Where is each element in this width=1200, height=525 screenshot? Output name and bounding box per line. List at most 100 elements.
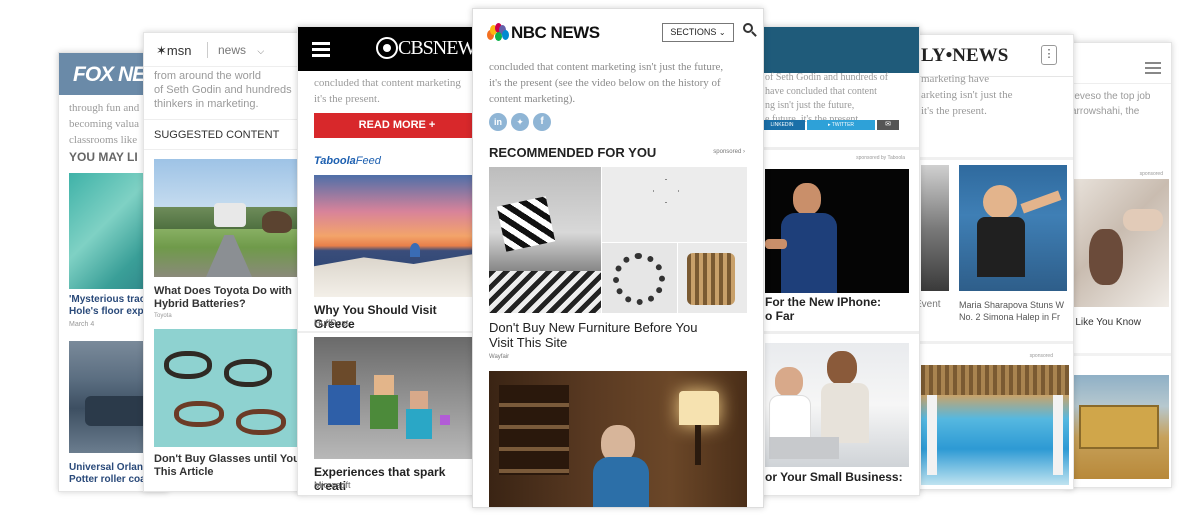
msn-logo[interactable]: ✶msn (156, 43, 191, 59)
nbc-news-card: NBC NEWS SECTIONS ⌄ concluded that conte… (472, 8, 764, 508)
blue-card-story-title-line: For the New IPhone: (765, 295, 882, 309)
sections-dropdown[interactable]: SECTIONS ⌄ (662, 23, 734, 42)
blue-card-story2-title[interactable]: or Your Small Business: (765, 470, 903, 484)
nbc-logo[interactable]: NBC NEWS (511, 23, 600, 43)
hamburger-menu-icon[interactable] (312, 42, 330, 57)
msn-story2-title[interactable]: Don't Buy Glasses until You This Article (154, 453, 300, 479)
nbc-sponsored: sponsored › (713, 149, 745, 155)
chevron-down-icon: ⌵ (257, 46, 265, 56)
blue-card-body-line: have concluded that content (765, 86, 877, 97)
cbs-logo[interactable]: CBSNEW (398, 37, 476, 60)
msn-body-line: from around the world (154, 70, 261, 82)
nbc-body-line: concluded that content marketing isn't j… (489, 61, 724, 73)
nbc-story-image[interactable] (489, 167, 747, 313)
fox-section-heading: YOU MAY LI (69, 150, 138, 164)
taboola-feed-text: Feed (355, 155, 381, 167)
nbc-story-source: Wayfair (489, 354, 510, 360)
daily-body-line: arketing isn't just the (921, 89, 1013, 101)
nbc-story2-image[interactable] (489, 371, 747, 507)
fox-story2-title-line: Potter roller coa (69, 474, 146, 485)
daily-left-story-image[interactable] (921, 165, 949, 291)
cbs-eye-icon (376, 37, 398, 59)
blue-card-body-line: of Seth Godin and hundreds of (765, 72, 889, 83)
facebook-icon[interactable]: f (533, 113, 551, 131)
far-right-card: reveso the top job arrowshahi, the spons… (1064, 42, 1172, 488)
twitter-icon[interactable]: ✦ (511, 113, 529, 131)
fox-story-title[interactable]: 'Mysterious trac Hole's floor exp (69, 294, 145, 318)
linkedin-icon[interactable]: in (489, 113, 507, 131)
far-right-body-text: reveso the top job arrowshahi, the (1071, 89, 1151, 119)
daily-story-image[interactable] (959, 165, 1067, 291)
daily-story-title-line: Maria Sharapova Stuns W (959, 300, 1065, 310)
recommended-heading: RECOMMENDED FOR YOU (489, 145, 657, 160)
fox-story2-title-line: Universal Orlan (69, 462, 143, 473)
nbc-sponsored-label: sponsored (713, 149, 742, 155)
blue-card-sponsored: sponsored by Taboola (856, 155, 905, 161)
fox-story-title-line: Hole's floor exp (69, 306, 144, 317)
msn-story-image[interactable] (154, 159, 304, 277)
blue-card-body-line: ng isn't just the future, (765, 100, 855, 111)
daily-story-title[interactable]: Maria Sharapova Stuns W No. 2 Simona Hal… (959, 299, 1064, 323)
fox-body-line: through fun and (69, 102, 140, 114)
cbs-story-image[interactable] (314, 175, 478, 297)
cbs-body-line: it's the present. (314, 93, 380, 105)
nbc-body-line: content marketing). (489, 93, 576, 105)
fox-body-line: becoming valua (69, 118, 139, 130)
far-right-story-title[interactable]: n Like You Know (1067, 317, 1141, 328)
cbs-news-card: CBSNEW concluded that content marketing … (297, 26, 479, 496)
blue-card-body-text: of Seth Godin and hundreds of have concl… (765, 71, 888, 127)
msn-suggested-heading: SUGGESTED CONTENT (154, 129, 280, 141)
blue-card-story-image[interactable] (765, 169, 909, 293)
hamburger-menu-icon[interactable] (1145, 62, 1161, 74)
cbs-story-source: HuffPost (314, 318, 349, 328)
chevron-down-icon: ⌄ (718, 28, 726, 37)
linkedin-share-button[interactable]: LINKEDIN (759, 120, 805, 130)
far-right-story2-image[interactable] (1069, 375, 1169, 479)
fox-logo: FOX NE (73, 63, 146, 86)
far-right-story-image[interactable] (1069, 179, 1169, 307)
nbc-body-text: concluded that content marketing isn't j… (489, 59, 723, 107)
blue-card-story-title-line: o Far (765, 309, 795, 323)
cbs-story2-image[interactable] (314, 337, 478, 459)
daily-story-title-line: No. 2 Simona Halep in Fr (959, 312, 1061, 322)
fox-story-title-line: 'Mysterious trac (69, 294, 146, 305)
nbc-story-title-line: Don't Buy New Furniture Before You (489, 320, 698, 335)
twitter-label: TWITTER (831, 122, 855, 128)
twitter-share-button[interactable]: ▸ TWITTER (807, 120, 875, 130)
msn-card: ✶msn news ⌵ from around the world of Set… (143, 32, 305, 492)
search-icon[interactable] (743, 23, 757, 37)
email-share-icon[interactable]: ✉ (877, 120, 899, 130)
taboola-feed-label: TaboolaFeed (314, 155, 381, 167)
fox-body-text: through fun and becoming valua classroom… (69, 100, 139, 148)
sections-label: SECTIONS (670, 27, 717, 37)
msn-header: ✶msn news ⌵ (144, 33, 304, 67)
msn-story2-title-line: This Article (154, 466, 214, 478)
cbs-body-line: concluded that content marketing (314, 77, 461, 89)
nbc-header: NBC NEWS SECTIONS ⌄ (473, 9, 763, 55)
nbc-body-line: it's the present (see the video below on… (489, 77, 721, 89)
msn-body-line: of Seth Godin and hundreds (154, 84, 292, 96)
read-more-button[interactable]: READ MORE + (314, 113, 478, 138)
msn-body-line: thinkers in marketing. (154, 98, 259, 110)
more-options-icon[interactable]: ⋮ (1041, 45, 1057, 65)
daily-body-line: marketing have (921, 73, 990, 85)
msn-section-dropdown[interactable]: news ⌵ (218, 43, 264, 57)
blue-card-story2-image[interactable] (765, 343, 909, 467)
far-right-body-line: arrowshahi, the (1071, 106, 1140, 117)
daily-story2-image[interactable] (921, 365, 1069, 485)
msn-body-text: from around the world of Seth Godin and … (154, 69, 292, 111)
blue-header-card: of Seth Godin and hundreds of have concl… (752, 26, 920, 496)
daily-body-line: it's the present. (921, 105, 987, 117)
blue-card-story-title[interactable]: For the New IPhone: o Far (765, 295, 881, 323)
msn-story2-image[interactable] (154, 329, 304, 447)
far-right-sponsored: sponsored (1139, 171, 1163, 177)
nbc-story-title[interactable]: Don't Buy New Furniture Before You Visit… (489, 320, 697, 350)
taboola-brand: Taboola (314, 155, 356, 167)
fox-story2-title[interactable]: Universal Orlan Potter roller coa (69, 462, 146, 486)
daily-body-text: marketing have arketing isn't just the i… (921, 71, 1013, 119)
msn-story-title[interactable]: What Does Toyota Do with Hybrid Batterie… (154, 285, 292, 311)
daily-logo[interactable]: LY•NEWS (921, 45, 1008, 67)
blue-card-header (753, 27, 919, 73)
daily-news-card: LY•NEWS ⋮ marketing have arketing isn't … (910, 34, 1074, 490)
msn-butterfly-icon: ✶ (156, 43, 167, 58)
